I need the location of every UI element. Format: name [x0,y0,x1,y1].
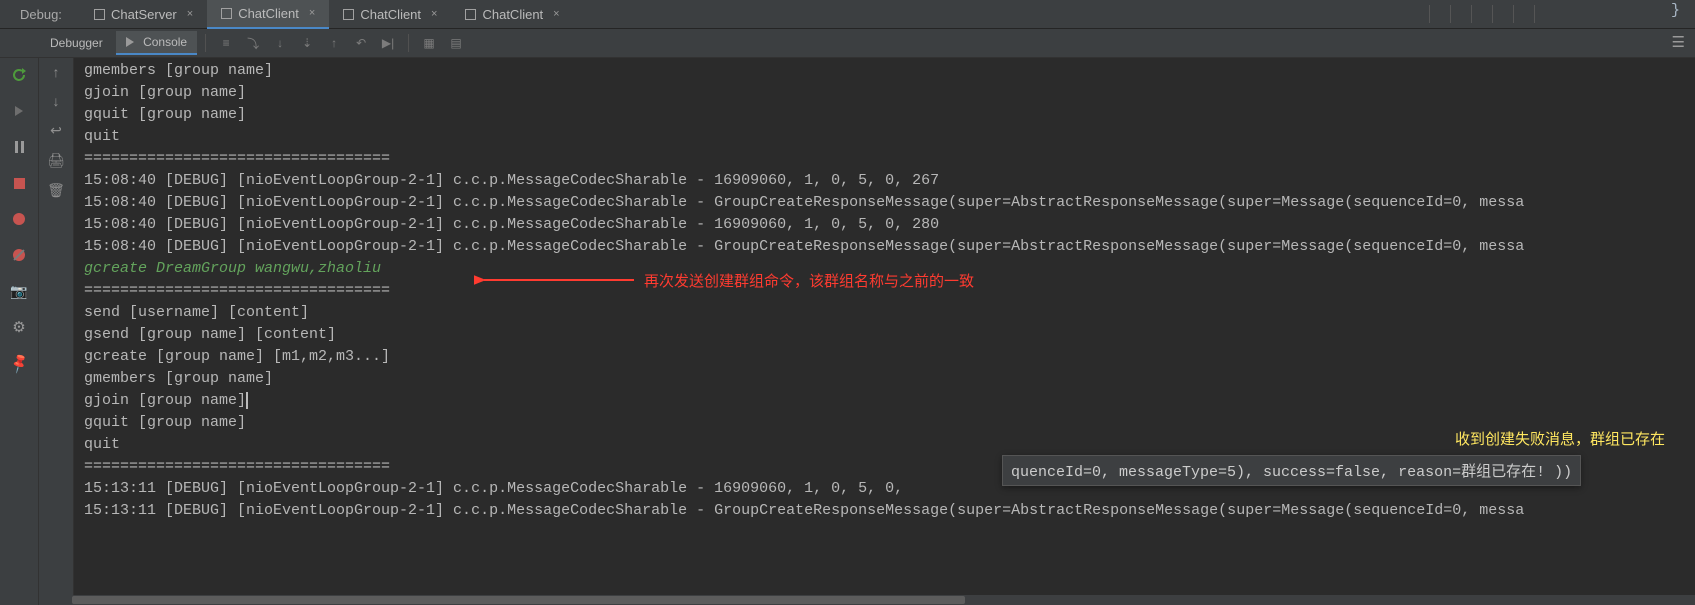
print-icon[interactable]: 🖨 [47,152,65,169]
layout-settings-icon[interactable]: ☰ [1672,33,1685,51]
console-run-icon [126,37,134,47]
pause-program-button[interactable] [8,136,30,158]
console-line: ================================== [84,458,390,475]
console-line: 15:13:11 [DEBUG] [nioEventLoopGroup-2-1]… [84,480,903,497]
step-over-icon[interactable]: ⤵ [241,31,265,55]
console-line: gmembers [group name] [84,370,273,387]
console-line: gjoin [group name] [84,84,246,101]
soft-wrap-icon[interactable]: ↩ [50,122,62,139]
console-line: 15:13:11 [DEBUG] [nioEventLoopGroup-2-1]… [84,502,1524,519]
console-line: gsend [group name] [content] [84,326,336,343]
rerun-button[interactable] [8,64,30,86]
console-line: quit [84,436,120,453]
trace-icon[interactable]: ▤ [444,31,468,55]
body-area: 📷 ⚙ 📌 ↑ ↓ ↩ 🖨 🗑 gmembers [group name] gj… [0,58,1695,605]
run-config-icon [221,8,232,19]
run-tab-chatserver[interactable]: ChatServer × [80,0,207,28]
scrollbar-thumb[interactable] [72,596,965,604]
scroll-to-end-icon[interactable]: ↓ [53,93,60,109]
console-line: 15:08:40 [DEBUG] [nioEventLoopGroup-2-1]… [84,238,1524,255]
view-breakpoints-button[interactable] [8,208,30,230]
console-output[interactable]: gmembers [group name] gjoin [group name]… [74,58,1695,605]
console-line: gquit [group name] [84,414,246,431]
debug-tabs-row: Debug: ChatServer × ChatClient × ChatCli… [0,0,1695,29]
console-line: gmembers [group name] [84,62,273,79]
console-side-gutter: ↑ ↓ ↩ 🖨 🗑 [39,58,74,605]
stop-button[interactable] [8,172,30,194]
drop-frame-icon[interactable]: ↶ [349,31,373,55]
run-tab-label: ChatClient [238,6,299,21]
force-step-into-icon[interactable]: ⇣ [295,31,319,55]
run-tab-chatclient-3[interactable]: ChatClient × [451,0,573,28]
upper-separators [1429,0,1535,28]
debug-label: Debug: [0,7,80,22]
console-line: 15:08:40 [DEBUG] [nioEventLoopGroup-2-1]… [84,172,939,189]
close-icon[interactable]: × [183,8,193,20]
mute-breakpoints-button[interactable] [8,244,30,266]
text-cursor [246,392,248,409]
console-line: gjoin [group name] [84,392,248,409]
debugger-toolbar: Debugger Console ≡ ⤵ ↓ ⇣ ↑ ↶ ▶| ▦ ▤ ☰ [0,29,1695,58]
threads-icon[interactable]: ≡ [214,31,238,55]
editor-peek-brace: } [1671,2,1680,19]
close-icon[interactable]: × [427,8,437,20]
step-out-icon[interactable]: ↑ [322,31,346,55]
console-line: 15:08:40 [DEBUG] [nioEventLoopGroup-2-1]… [84,194,1524,211]
horizontal-scrollbar[interactable] [72,595,1695,605]
tab-console-label: Console [143,35,187,49]
close-icon[interactable]: × [549,8,559,20]
thread-dump-button[interactable]: 📷 [8,280,30,302]
run-tab-chatclient-2[interactable]: ChatClient × [329,0,451,28]
run-tab-label: ChatClient [482,7,543,22]
tab-console[interactable]: Console [116,31,197,55]
console-line: quit [84,128,120,145]
console-line: gcreate [group name] [m1,m2,m3...] [84,348,390,365]
debugger-settings-button[interactable]: ⚙ [8,316,30,338]
run-config-icon [343,9,354,20]
console-line: ================================== [84,150,390,167]
pin-tab-button[interactable]: 📌 [4,348,34,378]
run-tab-chatclient-1[interactable]: ChatClient × [207,0,329,29]
run-config-icon [465,9,476,20]
run-tab-label: ChatClient [360,7,421,22]
close-icon[interactable]: × [305,7,315,19]
scroll-to-top-icon[interactable]: ↑ [53,64,60,80]
left-action-gutter: 📷 ⚙ 📌 [0,58,39,605]
resume-program-button[interactable] [8,100,30,122]
console-line: ================================== [84,282,390,299]
run-to-cursor-icon[interactable]: ▶| [376,31,400,55]
run-config-icon [94,9,105,20]
value-tooltip: quenceId=0, messageType=5), success=fals… [1002,455,1581,486]
console-stdin-line: gcreate DreamGroup wangwu,zhaoliu [84,260,381,277]
evaluate-expression-icon[interactable]: ▦ [417,31,441,55]
console-line: 15:08:40 [DEBUG] [nioEventLoopGroup-2-1]… [84,216,939,233]
run-tab-label: ChatServer [111,7,177,22]
console-line: gquit [group name] [84,106,246,123]
clear-all-icon[interactable]: 🗑 [47,182,65,199]
tab-debugger[interactable]: Debugger [40,32,113,54]
step-into-icon[interactable]: ↓ [268,31,292,55]
console-line: send [username] [content] [84,304,309,321]
